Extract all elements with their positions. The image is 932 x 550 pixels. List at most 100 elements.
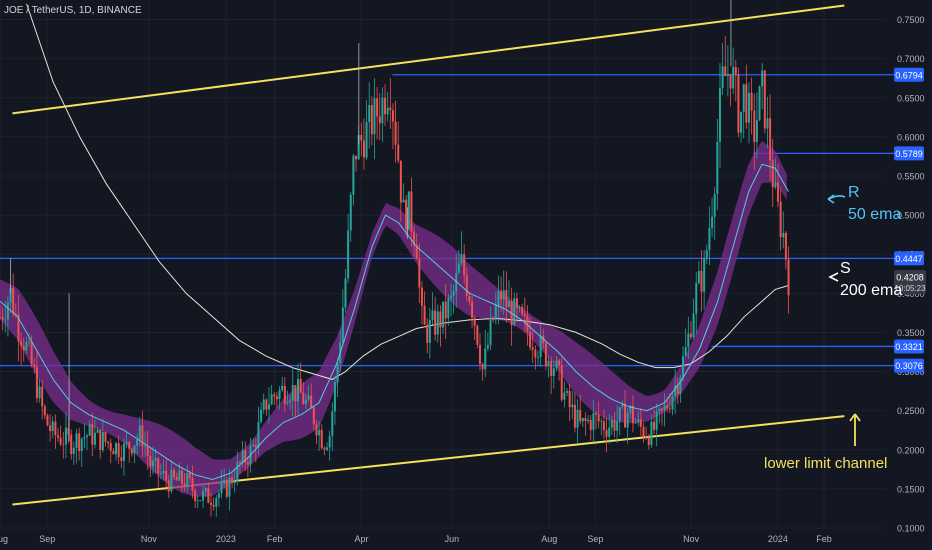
x-tick-label: 2024 [768, 534, 788, 544]
y-tick-label: 0.7500 [897, 15, 925, 25]
candle-body [668, 408, 671, 410]
candle-body [362, 140, 365, 158]
y-tick-label: 0.2500 [897, 406, 925, 416]
candle-body [38, 386, 41, 399]
y-tick-label: 0.1000 [897, 524, 925, 534]
candle-body [560, 365, 563, 400]
candle-body [518, 306, 521, 309]
candle-body [128, 442, 131, 449]
candle-body [349, 194, 352, 231]
candle-body [246, 462, 249, 465]
candle-body [341, 307, 344, 343]
candle-body [763, 70, 766, 129]
candle-body [125, 442, 128, 444]
candle-body [112, 450, 115, 455]
candle-body [391, 110, 394, 122]
candle-body [149, 456, 152, 467]
candle-body [721, 66, 724, 88]
candle-body [502, 290, 505, 300]
candle-body [642, 426, 645, 437]
candle-body [769, 118, 772, 161]
candle-body [178, 470, 181, 481]
candle-body [742, 84, 745, 112]
candle-body [647, 437, 650, 446]
candle-body [713, 194, 716, 217]
candle-body [761, 70, 764, 87]
candle-body [500, 290, 503, 300]
x-tick-label: Feb [267, 534, 283, 544]
candle-body [484, 348, 487, 370]
candle-body [745, 84, 748, 123]
candle-body [616, 421, 619, 431]
candle-body [481, 363, 484, 370]
candle-body [33, 364, 36, 368]
candle-body [318, 429, 321, 436]
candle-body [315, 424, 318, 436]
candle-body [442, 301, 445, 328]
candle-body [537, 356, 540, 358]
level-price-tag-text: 0.4447 [895, 254, 923, 264]
candle-body [434, 310, 437, 335]
candle-body [766, 118, 769, 129]
candle-body [115, 443, 118, 455]
candle-body [175, 476, 178, 481]
candle-body [397, 144, 400, 161]
candle-body [610, 420, 613, 428]
candle-body [183, 483, 186, 488]
candle-body [724, 66, 727, 77]
candle-body [523, 314, 526, 317]
candle-body [576, 409, 579, 428]
candle-body [655, 411, 658, 430]
candle-body [275, 396, 278, 400]
candle-body [4, 319, 7, 321]
x-tick-label: Jun [445, 534, 460, 544]
candle-body [347, 230, 350, 279]
candle-body [167, 480, 170, 492]
candle-body [43, 406, 46, 416]
candle-body [463, 254, 466, 276]
candle-body [618, 407, 621, 422]
candle-body [776, 182, 779, 202]
y-tick-label: 0.7000 [897, 54, 925, 64]
candle-body [534, 349, 537, 358]
candle-body [80, 438, 83, 452]
candle-body [333, 381, 336, 412]
candle-body [782, 232, 785, 238]
candle-body [270, 394, 273, 405]
candle-body [558, 360, 561, 366]
candle-body [0, 316, 1, 318]
candle-body [88, 424, 91, 436]
symbol-title[interactable]: JOE / TetherUS, 1D, BINANCE [4, 5, 142, 16]
candle-body [268, 404, 271, 410]
candle-body [771, 160, 774, 188]
candle-body [550, 360, 553, 376]
candle-body [344, 278, 347, 308]
candle-body [310, 395, 313, 408]
candle-body [336, 363, 339, 382]
candle-body [399, 160, 402, 203]
candle-body [753, 110, 756, 143]
candle-body [505, 290, 508, 308]
candle-body [700, 270, 703, 292]
candle-body [407, 191, 410, 230]
candle-body [566, 390, 569, 393]
candle-body [215, 498, 218, 507]
candle-body [281, 385, 284, 391]
candle-body [729, 73, 732, 89]
candle-body [46, 415, 49, 426]
candle-body [750, 92, 753, 111]
candle-body [740, 111, 743, 133]
candle-body [531, 347, 534, 350]
candle-body [252, 444, 255, 447]
candle-body [370, 105, 373, 135]
x-tick-label: Aug [541, 534, 557, 544]
candle-body [552, 368, 555, 376]
candle-body [384, 97, 387, 115]
candle-body [209, 502, 212, 505]
candle-body [307, 395, 310, 400]
candle-body [265, 399, 268, 410]
candle-body [312, 407, 315, 425]
candle-body [431, 310, 434, 320]
candle-body [188, 473, 191, 479]
candle-body [539, 335, 542, 357]
